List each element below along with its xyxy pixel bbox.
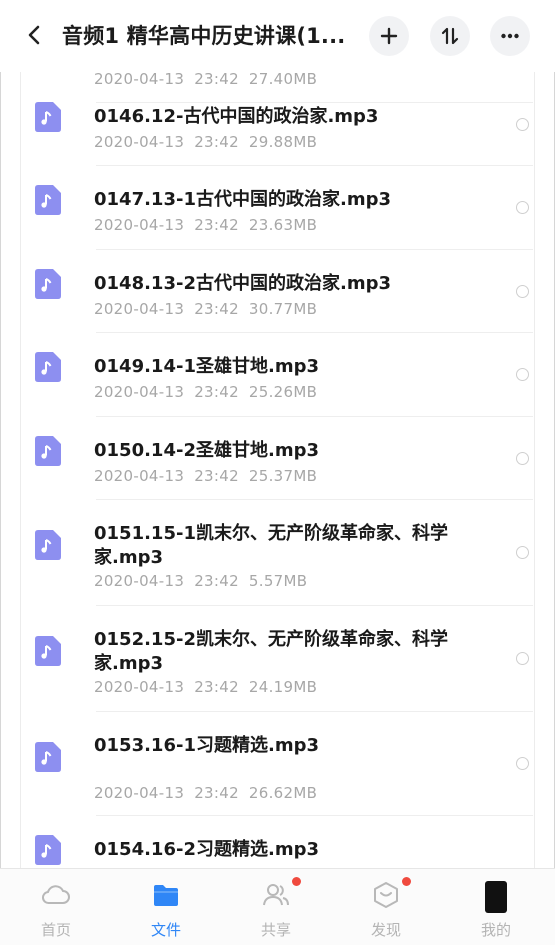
- file-row[interactable]: 0147.13-1古代中国的政治家.mp3 2020-04-13 23:42 23.6…: [0, 166, 555, 250]
- tab-mine[interactable]: 我的: [456, 869, 536, 945]
- avatar: [485, 881, 507, 913]
- file-row[interactable]: 0150.14-2圣雄甘地.mp3 2020-04-13 23:42 25.37MB: [0, 417, 555, 500]
- file-row[interactable]: 0151.15-1凯末尔、无产阶级革命家、科学家.mp3 2020-04-13 23…: [0, 500, 555, 606]
- file-meta: 2020-04-13 23:42 24.19MB: [94, 678, 327, 696]
- discover-box-icon: [370, 879, 402, 911]
- select-radio[interactable]: [516, 117, 529, 131]
- discover-badge: [402, 877, 411, 886]
- add-button[interactable]: [369, 16, 409, 56]
- file-time: 23:42: [194, 383, 239, 401]
- file-size: 24.19MB: [248, 678, 318, 696]
- back-button[interactable]: [22, 22, 48, 48]
- file-date: 2020-04-13: [94, 572, 185, 590]
- tab-discover[interactable]: 发现: [346, 869, 426, 945]
- audio-file-icon: [35, 835, 61, 865]
- bottom-tab-bar: 首页 文件 共享 发现 我的: [0, 868, 555, 945]
- file-meta: 2020-04-13 23:42 25.37MB: [94, 467, 327, 485]
- file-meta: 2020-04-13 23:42 5.57MB: [94, 572, 317, 590]
- file-size: 30.77MB: [248, 300, 318, 318]
- select-radio[interactable]: [516, 451, 529, 465]
- file-size: 25.37MB: [248, 467, 318, 485]
- file-name: 0147.13-1古代中国的政治家.mp3: [94, 189, 391, 210]
- tab-home[interactable]: 首页: [16, 869, 96, 945]
- file-row[interactable]: 0146.12-古代中国的政治家.mp3 2020-04-13 23:42 29.88…: [0, 83, 555, 166]
- file-name: 0149.14-1圣雄甘地.mp3: [94, 356, 319, 377]
- top-header: 音频1 精华高中历史讲课(1...: [0, 0, 555, 72]
- file-size: 25.26MB: [248, 383, 318, 401]
- more-button[interactable]: [490, 16, 530, 56]
- tab-share-label: 共享: [260, 921, 291, 939]
- file-date: 2020-04-13: [94, 784, 185, 802]
- more-icon: [501, 33, 519, 39]
- file-date: 2020-04-13: [94, 300, 185, 318]
- tab-share[interactable]: 共享: [236, 869, 316, 945]
- file-size: 29.88MB: [248, 133, 318, 151]
- audio-file-icon: [35, 530, 61, 560]
- file-time: 23:42: [194, 216, 239, 234]
- file-date: 2020-04-13: [94, 216, 185, 234]
- file-row[interactable]: 0149.14-1圣雄甘地.mp3 2020-04-13 23:42 25.26MB: [0, 333, 555, 417]
- tab-files[interactable]: 文件: [126, 869, 206, 945]
- file-date: 2020-04-13: [94, 383, 185, 401]
- share-people-icon: [260, 879, 292, 911]
- file-name: 0150.14-2圣雄甘地.mp3: [94, 440, 319, 461]
- sort-button[interactable]: [430, 16, 470, 56]
- sort-icon: [441, 27, 459, 45]
- file-meta: 2020-04-13 23:42 30.77MB: [94, 300, 327, 318]
- file-name: 0153.16-1习题精选.mp3: [94, 735, 319, 756]
- audio-file-icon: [35, 102, 61, 132]
- audio-file-icon: [35, 185, 61, 215]
- file-time: 23:42: [194, 572, 239, 590]
- file-size: 5.57MB: [248, 572, 308, 590]
- select-radio[interactable]: [516, 652, 529, 665]
- file-time: 23:42: [194, 300, 239, 318]
- file-row[interactable]: 0152.15-2凯末尔、无产阶级革命家、科学家.mp3 2020-04-13 23…: [0, 606, 555, 712]
- file-meta: 2020-04-13 23:42 25.26MB: [94, 383, 327, 401]
- cloud-icon: [40, 879, 72, 911]
- file-size: 23.63MB: [248, 216, 318, 234]
- select-radio[interactable]: [516, 201, 529, 214]
- file-row[interactable]: 0148.13-2古代中国的政治家.mp3 2020-04-13 23:42 30.7…: [0, 250, 555, 333]
- file-time: 23:42: [194, 678, 239, 696]
- tab-home-label: 首页: [40, 921, 71, 939]
- audio-file-icon: [35, 352, 61, 382]
- file-time: 23:42: [194, 784, 239, 802]
- file-meta: 2020-04-13 23:42 29.88MB: [94, 133, 327, 151]
- file-date: 2020-04-13: [94, 467, 185, 485]
- file-name: 0148.13-2古代中国的政治家.mp3: [94, 273, 391, 294]
- file-date: 2020-04-13: [94, 133, 185, 151]
- file-name: 0154.16-2习题精选.mp3: [94, 839, 319, 860]
- select-radio[interactable]: [516, 284, 529, 298]
- folder-icon: [150, 879, 182, 911]
- select-radio[interactable]: [516, 368, 529, 381]
- tab-mine-label: 我的: [480, 921, 511, 939]
- chevron-left-icon: [28, 25, 40, 45]
- audio-file-icon: [35, 269, 61, 299]
- file-name: 0146.12-古代中国的政治家.mp3: [94, 106, 379, 127]
- file-time: 23:42: [194, 133, 239, 151]
- tab-discover-label: 发现: [370, 921, 401, 939]
- plus-icon: [380, 27, 398, 45]
- file-meta: 2020-04-13 23:42 26.62MB: [94, 784, 327, 802]
- file-name: 0152.15-2凯末尔、无产阶级革命家、科学家.mp3: [94, 629, 448, 674]
- file-row[interactable]: 0153.16-1习题精选.mp3 2020-04-13 23:42 26.62MB: [0, 712, 555, 816]
- share-badge: [292, 877, 301, 886]
- audio-file-icon: [35, 436, 61, 466]
- page-title: 音频1 精华高中历史讲课(1...: [62, 24, 346, 48]
- audio-file-icon: [35, 636, 61, 666]
- select-radio[interactable]: [516, 757, 529, 770]
- tab-files-label: 文件: [150, 921, 181, 939]
- file-meta: 2020-04-13 23:42 23.63MB: [94, 216, 327, 234]
- file-name: 0151.15-1凯末尔、无产阶级革命家、科学家.mp3: [94, 523, 448, 568]
- file-size: 26.62MB: [248, 784, 318, 802]
- audio-file-icon: [35, 742, 61, 772]
- file-time: 23:42: [194, 467, 239, 485]
- file-date: 2020-04-13: [94, 678, 185, 696]
- select-radio[interactable]: [516, 546, 529, 559]
